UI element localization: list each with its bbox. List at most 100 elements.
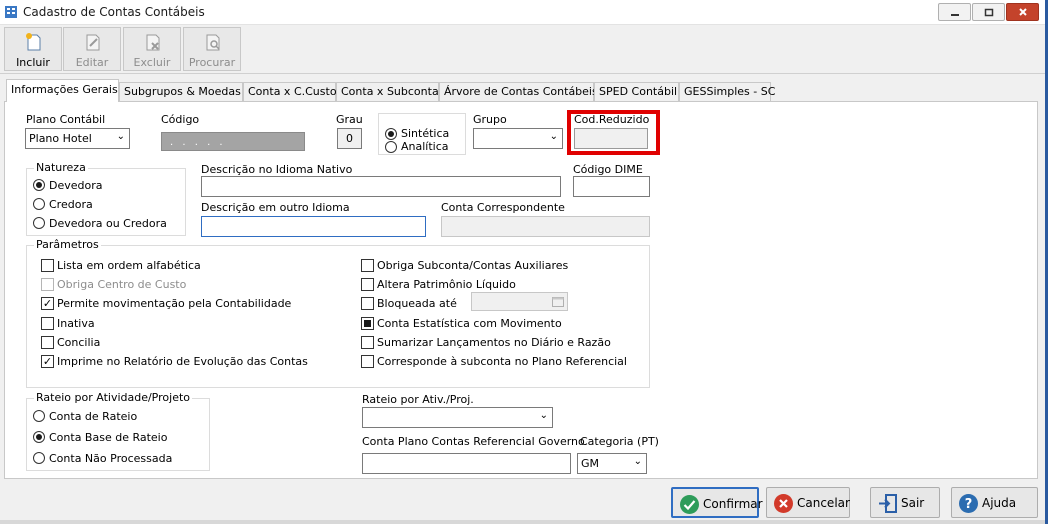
sintetica-radio[interactable] bbox=[385, 128, 397, 140]
ajuda-button[interactable]: ? Ajuda bbox=[951, 487, 1038, 518]
natureza-devedora-ou-credora-label: Devedora ou Credora bbox=[49, 217, 167, 230]
x-circle-icon bbox=[774, 494, 793, 513]
chevron-down-icon: ⌄ bbox=[116, 131, 125, 142]
tab-conta-ccusto[interactable]: Conta x C.Custo bbox=[243, 82, 337, 101]
obriga-subconta-label: Obriga Subconta/Contas Auxiliares bbox=[377, 259, 569, 272]
window-title: Cadastro de Contas Contábeis bbox=[23, 5, 205, 19]
editar-button[interactable]: Editar bbox=[63, 27, 121, 71]
natureza-legend: Natureza bbox=[34, 161, 88, 174]
plano-contabil-select[interactable]: Plano Hotel ⌄ bbox=[25, 128, 130, 149]
plano-contabil-value: Plano Hotel bbox=[29, 132, 92, 145]
conta-rateio-radio[interactable] bbox=[33, 410, 45, 422]
natureza-credora-radio[interactable] bbox=[33, 198, 45, 210]
restore-icon bbox=[984, 8, 993, 17]
confirmar-label: Confirmar bbox=[703, 497, 763, 511]
title-bar: Cadastro de Contas Contábeis bbox=[0, 0, 1045, 25]
natureza-devedora-ou-credora-radio[interactable] bbox=[33, 217, 45, 229]
grupo-label: Grupo bbox=[473, 113, 507, 126]
close-icon bbox=[1018, 8, 1027, 16]
sair-button[interactable]: Sair bbox=[870, 487, 940, 518]
codigo-dime-input[interactable] bbox=[573, 176, 650, 197]
tab-sped-contabil[interactable]: SPED Contábil bbox=[594, 82, 679, 101]
highlight-box bbox=[567, 110, 660, 155]
categoria-select[interactable]: GM ⌄ bbox=[577, 453, 647, 474]
conta-rateio-label: Conta de Rateio bbox=[49, 410, 138, 423]
conta-nao-processada-radio[interactable] bbox=[33, 452, 45, 464]
categoria-label: Categoria (PT) bbox=[580, 435, 659, 448]
toolbar-separator bbox=[0, 73, 1045, 74]
altera-patrimonio-label: Altera Patrimônio Líquido bbox=[377, 278, 516, 291]
search-document-icon bbox=[206, 34, 220, 51]
lista-ordem-alfabetica-checkbox[interactable] bbox=[41, 259, 54, 272]
concilia-checkbox[interactable] bbox=[41, 336, 54, 349]
descricao-nativo-label: Descrição no Idioma Nativo bbox=[201, 163, 353, 176]
sumarizar-lancamentos-checkbox[interactable] bbox=[361, 336, 374, 349]
minimize-button[interactable] bbox=[938, 3, 971, 21]
conta-nao-processada-label: Conta Não Processada bbox=[49, 452, 173, 465]
natureza-devedora-label: Devedora bbox=[49, 179, 103, 192]
conta-base-rateio-radio[interactable] bbox=[33, 431, 45, 443]
ledger-icon bbox=[5, 6, 17, 18]
rateio-legend: Rateio por Atividade/Projeto bbox=[34, 391, 192, 404]
excluir-button[interactable]: Excluir bbox=[123, 27, 181, 71]
chevron-down-icon: ⌄ bbox=[633, 456, 642, 467]
imprime-relatorio-checkbox[interactable]: ✓ bbox=[41, 355, 54, 368]
obriga-subconta-checkbox[interactable] bbox=[361, 259, 374, 272]
tab-informacoes-gerais[interactable]: Informações Gerais bbox=[6, 79, 119, 102]
corresponde-subconta-label: Corresponde à subconta no Plano Referenc… bbox=[377, 355, 627, 368]
conta-estatistica-checkbox[interactable] bbox=[361, 317, 374, 330]
tab-arvore-contas[interactable]: Árvore de Contas Contábeis bbox=[439, 82, 598, 101]
excluir-label: Excluir bbox=[133, 56, 171, 69]
inativa-checkbox[interactable] bbox=[41, 317, 54, 330]
natureza-devedora-radio[interactable] bbox=[33, 179, 45, 191]
lista-ordem-alfabetica-label: Lista em ordem alfabética bbox=[57, 259, 201, 272]
permite-movimentacao-checkbox[interactable]: ✓ bbox=[41, 297, 54, 310]
minimize-icon bbox=[950, 14, 959, 16]
rateio-ativ-label: Rateio por Ativ./Proj. bbox=[362, 393, 474, 406]
conta-correspondente-input bbox=[441, 216, 650, 237]
descricao-nativo-input[interactable] bbox=[201, 176, 561, 197]
obriga-centro-custo-checkbox[interactable] bbox=[41, 278, 54, 291]
tab-conta-subconta[interactable]: Conta x Subconta bbox=[336, 82, 439, 101]
categoria-value: GM bbox=[581, 457, 600, 470]
conta-ref-gov-input[interactable] bbox=[362, 453, 571, 474]
check-circle-icon bbox=[680, 495, 699, 514]
analitica-radio[interactable] bbox=[385, 141, 397, 153]
inativa-label: Inativa bbox=[57, 317, 95, 330]
chevron-down-icon: ⌄ bbox=[539, 410, 548, 421]
rateio-ativ-select[interactable]: ⌄ bbox=[362, 407, 553, 428]
conta-estatistica-label: Conta Estatística com Movimento bbox=[377, 317, 562, 330]
conta-correspondente-label: Conta Correspondente bbox=[441, 201, 565, 214]
bloqueada-ate-label: Bloqueada até bbox=[377, 297, 457, 310]
procurar-label: Procurar bbox=[188, 56, 236, 69]
conta-ref-gov-label: Conta Plano Contas Referencial Governo bbox=[362, 435, 585, 448]
exit-door-icon bbox=[879, 494, 897, 513]
close-button[interactable] bbox=[1006, 3, 1039, 21]
corresponde-subconta-checkbox[interactable] bbox=[361, 355, 374, 368]
parametros-legend: Parâmetros bbox=[34, 238, 101, 251]
conta-base-rateio-label: Conta Base de Rateio bbox=[49, 431, 168, 444]
tab-gessimples-sc[interactable]: GESSimples - SC bbox=[679, 82, 775, 101]
new-document-icon bbox=[26, 33, 41, 51]
cancelar-label: Cancelar bbox=[797, 496, 850, 510]
codigo-dime-label: Código DIME bbox=[573, 163, 643, 176]
restore-button[interactable] bbox=[972, 3, 1005, 21]
grau-field: 0 bbox=[337, 128, 362, 149]
cancelar-button[interactable]: Cancelar bbox=[766, 487, 850, 518]
altera-patrimonio-checkbox[interactable] bbox=[361, 278, 374, 291]
incluir-label: Incluir bbox=[16, 56, 50, 69]
codigo-field[interactable]: . . . . . bbox=[161, 132, 305, 151]
confirmar-button[interactable]: Confirmar bbox=[671, 487, 763, 518]
ajuda-label: Ajuda bbox=[982, 496, 1017, 510]
calendar-icon bbox=[552, 297, 564, 307]
bloqueada-ate-checkbox[interactable] bbox=[361, 297, 374, 310]
tab-subgrupos-moedas[interactable]: Subgrupos & Moedas bbox=[119, 82, 243, 101]
grupo-select[interactable]: ⌄ bbox=[473, 128, 563, 149]
incluir-button[interactable]: Incluir bbox=[4, 27, 62, 71]
procurar-button[interactable]: Procurar bbox=[183, 27, 241, 71]
obriga-centro-custo-label: Obriga Centro de Custo bbox=[57, 278, 187, 291]
descricao-outro-label: Descrição em outro Idioma bbox=[201, 201, 350, 214]
descricao-outro-input[interactable] bbox=[201, 216, 426, 237]
sumarizar-lancamentos-label: Sumarizar Lançamentos no Diário e Razão bbox=[377, 336, 611, 349]
delete-document-icon bbox=[146, 34, 160, 51]
